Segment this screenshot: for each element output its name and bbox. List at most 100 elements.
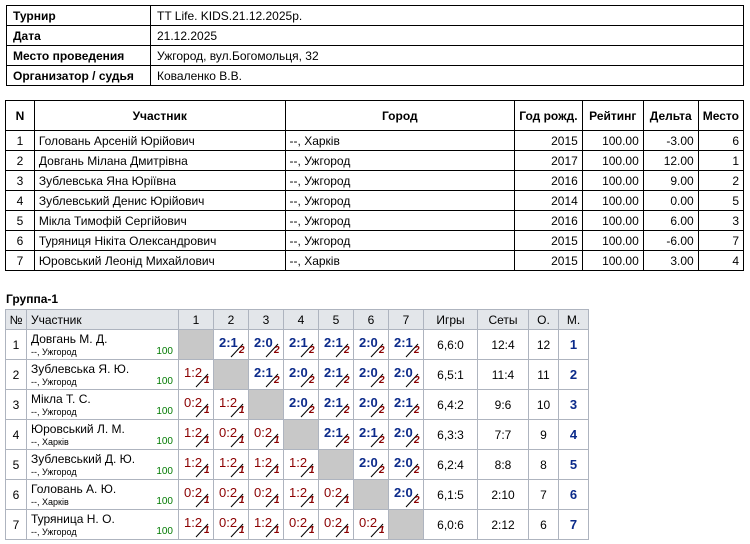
match-points: 1 [204, 375, 210, 386]
match-points: 1 [344, 495, 350, 506]
column-header: М. [558, 309, 589, 330]
match-points: 2 [379, 405, 385, 416]
match-result-cell: 0:2 1 [178, 479, 214, 510]
player-city: --, Харків [31, 497, 69, 507]
match-points: 2 [414, 465, 420, 476]
match-result-cell: 1:2 1 [213, 449, 249, 480]
match-result-cell: 2:0 2 [388, 359, 424, 390]
participant-name: Довгань Мілана Дмитрівна [33, 150, 286, 171]
points-cell: 12 [528, 329, 559, 360]
match-result-cell: 2:0 2 [353, 449, 389, 480]
match-points: 2 [309, 375, 315, 386]
participant-name: Юровський Леонід Михайлович [33, 250, 286, 271]
table-row: 2 Довгань Мілана Дмитрівна --, Ужгород 2017… [5, 150, 745, 171]
participant-name: Туряниця Нікіта Олександрович [33, 230, 286, 251]
games-cell: 6,4:2 [423, 389, 478, 420]
participant-number: 6 [5, 230, 35, 251]
sets-cell: 7:7 [477, 419, 529, 450]
match-points: 2 [379, 465, 385, 476]
info-value: TT Life. KIDS.21.12.2025р. [150, 5, 744, 26]
match-points: 1 [239, 465, 245, 476]
participant-number: 2 [5, 150, 35, 171]
match-points: 1 [239, 435, 245, 446]
match-result-cell: 0:2 1 [213, 479, 249, 510]
match-result-cell: 1:2 1 [248, 509, 284, 540]
participant-place: 7 [697, 230, 745, 251]
games-cell: 6,2:4 [423, 449, 478, 480]
player-rating: 100 [156, 436, 173, 447]
match-result-cell: 2:1 2 [388, 389, 424, 420]
participant-birth-year: 2015 [514, 130, 583, 151]
match-result-cell: 2:1 2 [283, 329, 319, 360]
match-result-cell: 1:2 1 [178, 419, 214, 450]
match-result-cell: 0:2 1 [318, 509, 354, 540]
match-points: 1 [309, 495, 315, 506]
player-city: --, Ужгород [31, 377, 77, 387]
player-cell: Юровський Л. М. --, Харків 100 [26, 419, 179, 450]
participant-name: Зублевська Яна Юріївна [33, 170, 286, 191]
table-row: 4 Зублевський Денис Юрійович --, Ужгород 20… [5, 190, 745, 211]
place-cell: 1 [558, 329, 589, 360]
player-rating: 100 [156, 346, 173, 357]
participant-rating: 100.00 [581, 170, 644, 191]
info-value: 21.12.2025 [150, 25, 744, 46]
match-result-cell: 2:0 2 [353, 389, 389, 420]
column-header: Город [284, 100, 516, 131]
match-points: 1 [204, 495, 210, 506]
participant-birth-year: 2015 [514, 250, 583, 271]
table-row: 3 Зублевська Яна Юріївна --, Ужгород 2016 10… [5, 170, 745, 191]
column-header: Участник [33, 100, 286, 131]
match-points: 2 [379, 345, 385, 356]
participant-place: 3 [697, 210, 745, 231]
points-cell: 7 [528, 479, 559, 510]
match-points: 2 [379, 435, 385, 446]
self-match-cell [248, 389, 284, 420]
column-header: Рейтинг [581, 100, 644, 131]
match-points: 1 [204, 405, 210, 416]
player-name: Туряница Н. О. [31, 512, 115, 526]
match-result-cell: 2:0 2 [388, 419, 424, 450]
games-cell: 6,1:5 [423, 479, 478, 510]
match-result-cell: 2:0 2 [248, 329, 284, 360]
player-rating: 100 [156, 526, 173, 537]
player-name: Зублевський Д. Ю. [31, 452, 136, 466]
table-row: 2 Зублевська Я. Ю. --, Ужгород 100 1:2 1 2:1 2 2… [5, 359, 589, 390]
place-cell: 7 [558, 509, 589, 540]
table-row: 4 Юровський Л. М. --, Харків 100 1:2 1 0:2 1 0:2… [5, 419, 589, 450]
participant-delta: 0.00 [642, 190, 699, 211]
match-result-cell: 1:2 1 [248, 449, 284, 480]
match-points: 2 [274, 375, 280, 386]
player-name: Мікла Т. С. [31, 392, 91, 406]
match-points: 2 [379, 375, 385, 386]
participant-place: 5 [697, 190, 745, 211]
table-row: 5 Зублевський Д. Ю. --, Ужгород 100 1:2 1 1:2 1… [5, 449, 589, 480]
info-value: Коваленко В.В. [150, 65, 744, 86]
table-row: 5 Мікла Тимофій Сергійович --, Ужгород 2016… [5, 210, 745, 231]
match-result-cell: 2:1 2 [353, 419, 389, 450]
column-header: 7 [388, 309, 424, 330]
player-city: --, Ужгород [31, 407, 77, 417]
match-result-cell: 2:1 2 [213, 329, 249, 360]
table-row: 1 Головань Арсеній Юрійович --, Харків 2015… [5, 130, 745, 151]
match-result-cell: 2:1 2 [318, 359, 354, 390]
participant-city: --, Ужгород [284, 150, 516, 171]
sets-cell: 9:6 [477, 389, 529, 420]
column-header: № [5, 309, 27, 330]
match-result-cell: 2:0 2 [283, 359, 319, 390]
info-row: Турнир TT Life. KIDS.21.12.2025р. [6, 5, 744, 26]
match-points: 2 [344, 435, 350, 446]
group-title: Группа-1 [6, 292, 59, 306]
match-result-cell: 2:0 2 [283, 389, 319, 420]
table-row: 6 Головань А. Ю. --, Харків 100 0:2 1 0:2 1 0:2 1… [5, 479, 589, 510]
table-row: 7 Юровський Леонід Михайлович --, Харків 20… [5, 250, 745, 271]
column-header: 2 [213, 309, 249, 330]
participant-place: 4 [697, 250, 745, 271]
sets-cell: 2:12 [477, 509, 529, 540]
participant-number: 3 [5, 170, 35, 191]
match-points: 1 [379, 525, 385, 536]
column-header: О. [528, 309, 559, 330]
column-header: Участник [26, 309, 179, 330]
participant-place: 1 [697, 150, 745, 171]
table-row: 7 Туряница Н. О. --, Ужгород 100 1:2 1 0:2 1 1:2… [5, 509, 589, 540]
column-header: Игры [423, 309, 478, 330]
